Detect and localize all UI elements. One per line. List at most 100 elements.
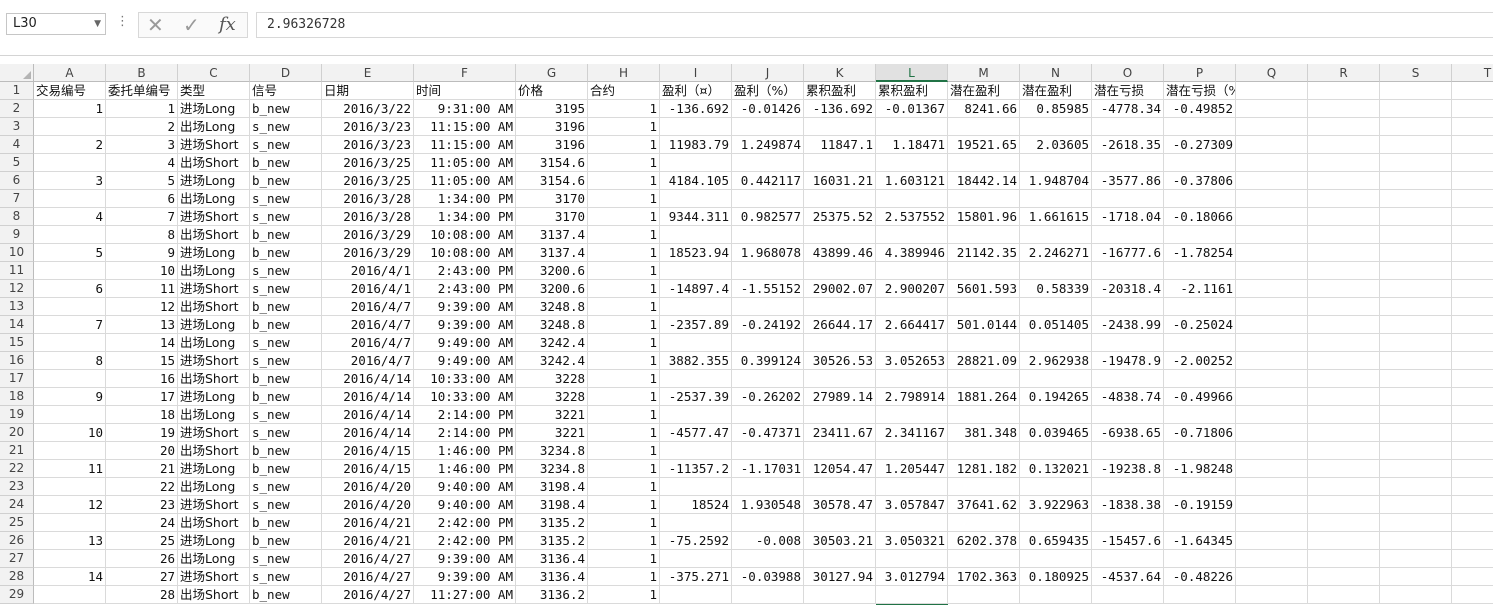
table-cell[interactable]: 10 [106, 262, 178, 280]
table-cell[interactable] [1020, 118, 1092, 136]
table-cell[interactable]: 2:43:00 PM [414, 262, 516, 280]
table-cell[interactable]: 1.18471 [876, 136, 948, 154]
table-cell[interactable] [1452, 100, 1493, 118]
table-cell[interactable] [948, 190, 1020, 208]
column-header-A[interactable]: A [34, 64, 106, 82]
table-cell[interactable]: 3221 [516, 424, 588, 442]
select-all-corner[interactable] [0, 64, 34, 82]
table-cell[interactable] [1236, 442, 1308, 460]
table-cell[interactable]: 1 [588, 226, 660, 244]
row-header-20[interactable]: 20 [0, 424, 34, 442]
table-cell[interactable]: 9:49:00 AM [414, 334, 516, 352]
table-cell[interactable]: s_new [250, 190, 322, 208]
table-cell[interactable]: s_new [250, 136, 322, 154]
table-cell[interactable]: 10:33:00 AM [414, 370, 516, 388]
table-cell[interactable] [948, 586, 1020, 604]
table-cell[interactable]: 2.03605 [1020, 136, 1092, 154]
table-cell[interactable]: 1 [588, 568, 660, 586]
column-header-K[interactable]: K [804, 64, 876, 82]
header-cell[interactable] [1308, 82, 1380, 100]
table-cell[interactable]: 19521.65 [948, 136, 1020, 154]
table-cell[interactable] [804, 226, 876, 244]
table-cell[interactable]: 1 [588, 460, 660, 478]
table-cell[interactable] [732, 262, 804, 280]
table-cell[interactable] [1236, 586, 1308, 604]
table-cell[interactable]: 进场Long [178, 388, 250, 406]
table-cell[interactable]: 9:40:00 AM [414, 496, 516, 514]
table-cell[interactable]: 1 [588, 280, 660, 298]
table-cell[interactable]: 1 [588, 352, 660, 370]
table-cell[interactable]: 24 [106, 514, 178, 532]
table-cell[interactable] [1236, 550, 1308, 568]
table-cell[interactable] [948, 442, 1020, 460]
table-cell[interactable] [660, 550, 732, 568]
table-cell[interactable]: 11:05:00 AM [414, 172, 516, 190]
table-cell[interactable] [804, 406, 876, 424]
header-cell[interactable]: 累积盈利 [876, 82, 948, 100]
table-cell[interactable]: 1.661615 [1020, 208, 1092, 226]
table-cell[interactable]: 3136.4 [516, 550, 588, 568]
table-cell[interactable] [1452, 118, 1493, 136]
table-cell[interactable] [1164, 262, 1236, 280]
table-cell[interactable]: 3170 [516, 208, 588, 226]
column-header-R[interactable]: R [1308, 64, 1380, 82]
table-cell[interactable]: s_new [250, 424, 322, 442]
table-cell[interactable]: 1 [588, 478, 660, 496]
table-cell[interactable]: 2.537552 [876, 208, 948, 226]
table-cell[interactable]: 43899.46 [804, 244, 876, 262]
table-cell[interactable]: 2016/4/27 [322, 586, 414, 604]
table-cell[interactable] [948, 262, 1020, 280]
table-cell[interactable]: 11847.1 [804, 136, 876, 154]
table-cell[interactable]: b_new [250, 244, 322, 262]
table-cell[interactable]: 0.982577 [732, 208, 804, 226]
table-cell[interactable]: 2:43:00 PM [414, 280, 516, 298]
table-cell[interactable] [876, 442, 948, 460]
table-cell[interactable] [1308, 568, 1380, 586]
table-cell[interactable]: -11357.2 [660, 460, 732, 478]
table-cell[interactable]: 25375.52 [804, 208, 876, 226]
table-cell[interactable] [1164, 442, 1236, 460]
table-cell[interactable] [1308, 208, 1380, 226]
table-cell[interactable]: 3136.4 [516, 568, 588, 586]
table-cell[interactable]: 2016/4/15 [322, 460, 414, 478]
table-cell[interactable] [804, 514, 876, 532]
table-cell[interactable]: 出场Short [178, 370, 250, 388]
table-cell[interactable]: 0.442117 [732, 172, 804, 190]
table-cell[interactable] [1452, 514, 1493, 532]
table-cell[interactable]: b_new [250, 460, 322, 478]
table-cell[interactable]: s_new [250, 406, 322, 424]
table-cell[interactable]: 28 [106, 586, 178, 604]
table-cell[interactable] [1236, 190, 1308, 208]
table-cell[interactable] [1308, 514, 1380, 532]
row-header-28[interactable]: 28 [0, 568, 34, 586]
table-cell[interactable] [1236, 244, 1308, 262]
header-cell[interactable]: 潜在亏损 [1092, 82, 1164, 100]
table-cell[interactable]: -0.47371 [732, 424, 804, 442]
column-header-N[interactable]: N [1020, 64, 1092, 82]
table-cell[interactable]: 1.948704 [1020, 172, 1092, 190]
table-cell[interactable]: 2016/4/7 [322, 316, 414, 334]
header-cell[interactable]: 价格 [516, 82, 588, 100]
table-cell[interactable] [1380, 496, 1452, 514]
table-cell[interactable] [1020, 262, 1092, 280]
row-header-10[interactable]: 10 [0, 244, 34, 262]
table-cell[interactable]: 12 [34, 496, 106, 514]
table-cell[interactable] [660, 262, 732, 280]
row-header-14[interactable]: 14 [0, 316, 34, 334]
header-cell[interactable]: 盈利（¤） [660, 82, 732, 100]
table-cell[interactable]: 出场Long [178, 118, 250, 136]
table-cell[interactable] [1380, 388, 1452, 406]
table-cell[interactable]: 11:27:00 AM [414, 586, 516, 604]
name-box[interactable]: L30 ▼ [6, 13, 106, 35]
table-cell[interactable]: 25 [106, 532, 178, 550]
table-cell[interactable]: 1.603121 [876, 172, 948, 190]
table-cell[interactable] [1092, 514, 1164, 532]
table-cell[interactable] [1164, 118, 1236, 136]
table-cell[interactable] [732, 586, 804, 604]
table-cell[interactable] [1092, 478, 1164, 496]
table-cell[interactable]: -2.1161 [1164, 280, 1236, 298]
table-cell[interactable] [1236, 370, 1308, 388]
table-cell[interactable]: -6938.65 [1092, 424, 1164, 442]
row-header-6[interactable]: 6 [0, 172, 34, 190]
table-cell[interactable] [1092, 118, 1164, 136]
